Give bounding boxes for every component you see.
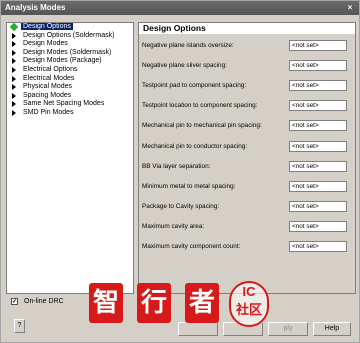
tree-item[interactable]: Design Modes (7, 40, 133, 49)
watermark-ic-text: IC (242, 284, 256, 299)
tree-item-label: SMD Pin Modes (23, 108, 74, 116)
tree-item-label: Design Modes (Package) (23, 57, 102, 65)
option-label: Mechanical pin to conductor spacing: (142, 142, 248, 150)
title-bar: Analysis Modes × (1, 1, 359, 15)
selected-node-icon[interactable] (9, 22, 19, 32)
option-row: Negative plane sliver spacing: <not set> (139, 60, 355, 72)
option-value-field[interactable]: <not set> (289, 100, 347, 112)
option-label: BB Via layer separation: (142, 162, 211, 170)
option-row: Maximum cavity area: <not set> (139, 220, 355, 233)
tree-item-label: Spacing Modes (23, 91, 72, 99)
watermark-char: 行 (137, 283, 171, 323)
option-label: Mechanical pin to mechanical pin spacing… (142, 122, 262, 130)
tree-item-label: Physical Modes (23, 83, 73, 91)
option-label: Minimum metal to metal spacing: (142, 182, 236, 190)
panel-title: Design Options (139, 23, 355, 34)
option-value-field[interactable]: <not set> (289, 120, 347, 132)
expand-arrow-icon[interactable] (12, 92, 16, 99)
online-drc-label: On-line DRC (24, 298, 64, 305)
apply-button[interactable]: ply (268, 322, 308, 336)
help-button[interactable]: Help (313, 322, 351, 336)
tree-item-label: Design Options (21, 23, 73, 30)
expand-arrow-icon[interactable] (12, 75, 16, 82)
watermark-logo: 智 行 者 IC 社区 (89, 281, 269, 333)
tree-item-label: Electrical Options (23, 65, 78, 73)
option-label: Testpoint location to component spacing: (142, 102, 258, 110)
expand-arrow-icon[interactable] (12, 32, 16, 39)
tree-item[interactable]: Design Modes (Soldermask) (7, 49, 133, 58)
context-help-button[interactable]: ? (14, 319, 25, 333)
mode-tree: Design Options Design Options (Soldermask… (6, 22, 134, 294)
tree-item[interactable]: Electrical Options (7, 66, 133, 75)
option-label: Testpoint pad to component spacing: (142, 82, 247, 90)
option-value-field[interactable]: <not set> (289, 200, 347, 212)
tree-item[interactable]: Design Options (Soldermask) (7, 32, 133, 41)
tree-item-label: Design Modes (Soldermask) (23, 48, 112, 56)
option-row: Mechanical pin to conductor spacing: <not… (139, 140, 355, 153)
tree-item[interactable]: Design Options (7, 22, 133, 32)
online-drc-checkbox[interactable]: ✓ (11, 298, 18, 305)
option-label: Negative plane sliver spacing: (142, 62, 227, 70)
tree-item[interactable]: Design Modes (Package) (7, 57, 133, 66)
design-options-panel: Design Options Negative plane islands ov… (138, 22, 356, 294)
expand-arrow-icon[interactable] (12, 109, 16, 116)
tree-item[interactable]: Spacing Modes (7, 92, 133, 101)
expand-arrow-icon[interactable] (12, 58, 16, 65)
option-row: Negative plane islands oversize: <not set… (139, 40, 355, 52)
tree-item-label: Same Net Spacing Modes (23, 100, 105, 108)
expand-arrow-icon[interactable] (12, 84, 16, 91)
expand-arrow-icon[interactable] (12, 101, 16, 108)
option-row: Package to Cavity spacing: <not set> (139, 200, 355, 213)
tree-item-label: Design Options (Soldermask) (23, 31, 115, 39)
option-row: Testpoint pad to component spacing: <not … (139, 80, 355, 92)
option-label: Maximum cavity component count: (142, 243, 241, 250)
watermark-char: 者 (185, 283, 219, 323)
option-row: Testpoint location to component spacing:… (139, 100, 355, 112)
option-value-field[interactable]: <not set> (289, 60, 347, 72)
option-label: Maximum cavity area: (142, 222, 205, 230)
option-value-field[interactable]: <not set> (289, 180, 347, 192)
option-value-field[interactable]: <not set> (289, 220, 347, 232)
analysis-modes-dialog: Analysis Modes × Design Options Design Op… (0, 0, 360, 343)
tree-item-label: Electrical Modes (23, 74, 75, 82)
option-value-field[interactable]: <not set> (289, 241, 347, 252)
option-value-field[interactable]: <not set> (289, 140, 347, 152)
tree-item[interactable]: SMD Pin Modes (7, 109, 133, 118)
option-value-field[interactable]: <not set> (289, 80, 347, 92)
option-label: Negative plane islands oversize: (142, 42, 234, 49)
watermark-char: 智 (89, 283, 123, 323)
option-row: Maximum cavity component count: <not set> (139, 241, 355, 253)
watermark-community-text: 社区 (235, 302, 262, 317)
close-icon[interactable]: × (344, 2, 356, 13)
watermark-ic-badge: IC 社区 (229, 281, 269, 327)
tree-item[interactable]: Same Net Spacing Modes (7, 100, 133, 109)
expand-arrow-icon[interactable] (12, 41, 16, 48)
tree-item-label: Design Modes (23, 40, 68, 48)
tree-item[interactable]: Physical Modes (7, 83, 133, 92)
option-label: Package to Cavity spacing: (142, 202, 220, 210)
option-value-field[interactable]: <not set> (289, 40, 347, 51)
option-row: BB Via layer separation: <not set> (139, 160, 355, 173)
expand-arrow-icon[interactable] (12, 49, 16, 56)
option-row: Mechanical pin to mechanical pin spacing… (139, 120, 355, 132)
expand-arrow-icon[interactable] (12, 66, 16, 73)
option-value-field[interactable]: <not set> (289, 160, 347, 172)
tree-item[interactable]: Electrical Modes (7, 75, 133, 84)
window-title: Analysis Modes (5, 3, 66, 12)
option-row: Minimum metal to metal spacing: <not set> (139, 180, 355, 193)
